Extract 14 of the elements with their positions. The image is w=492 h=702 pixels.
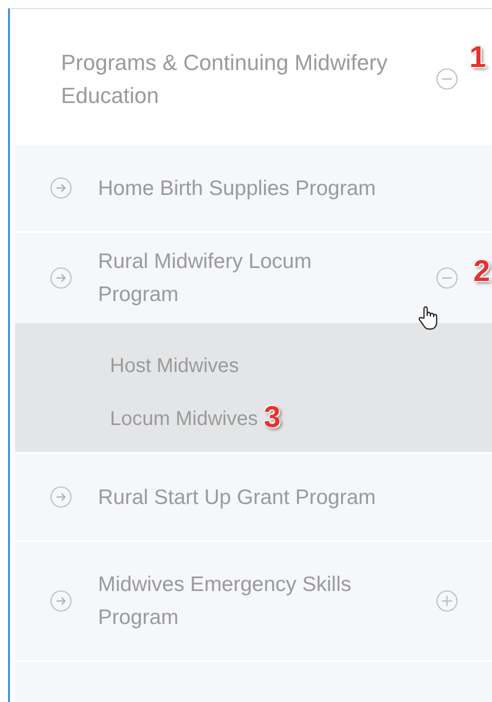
submenu-item[interactable]: Locum Midwives xyxy=(110,408,258,430)
callout-number: 1 xyxy=(469,41,486,75)
section-title[interactable]: Programs & Continuing Midwifery Education xyxy=(61,46,421,112)
callout-number: 3 xyxy=(264,401,281,435)
callout-number: 2 xyxy=(473,255,490,289)
arrow-circle-icon xyxy=(50,590,72,612)
arrow-circle-icon xyxy=(50,486,72,508)
arrow-circle-icon xyxy=(50,177,72,199)
collapse-icon[interactable] xyxy=(436,68,458,90)
expand-icon[interactable] xyxy=(436,590,458,612)
arrow-circle-icon xyxy=(50,267,72,289)
menu-item[interactable]: Rural Midwifery Locum Program xyxy=(98,245,378,311)
submenu-item[interactable]: Host Midwives xyxy=(110,350,239,383)
collapse-icon[interactable] xyxy=(436,267,458,289)
